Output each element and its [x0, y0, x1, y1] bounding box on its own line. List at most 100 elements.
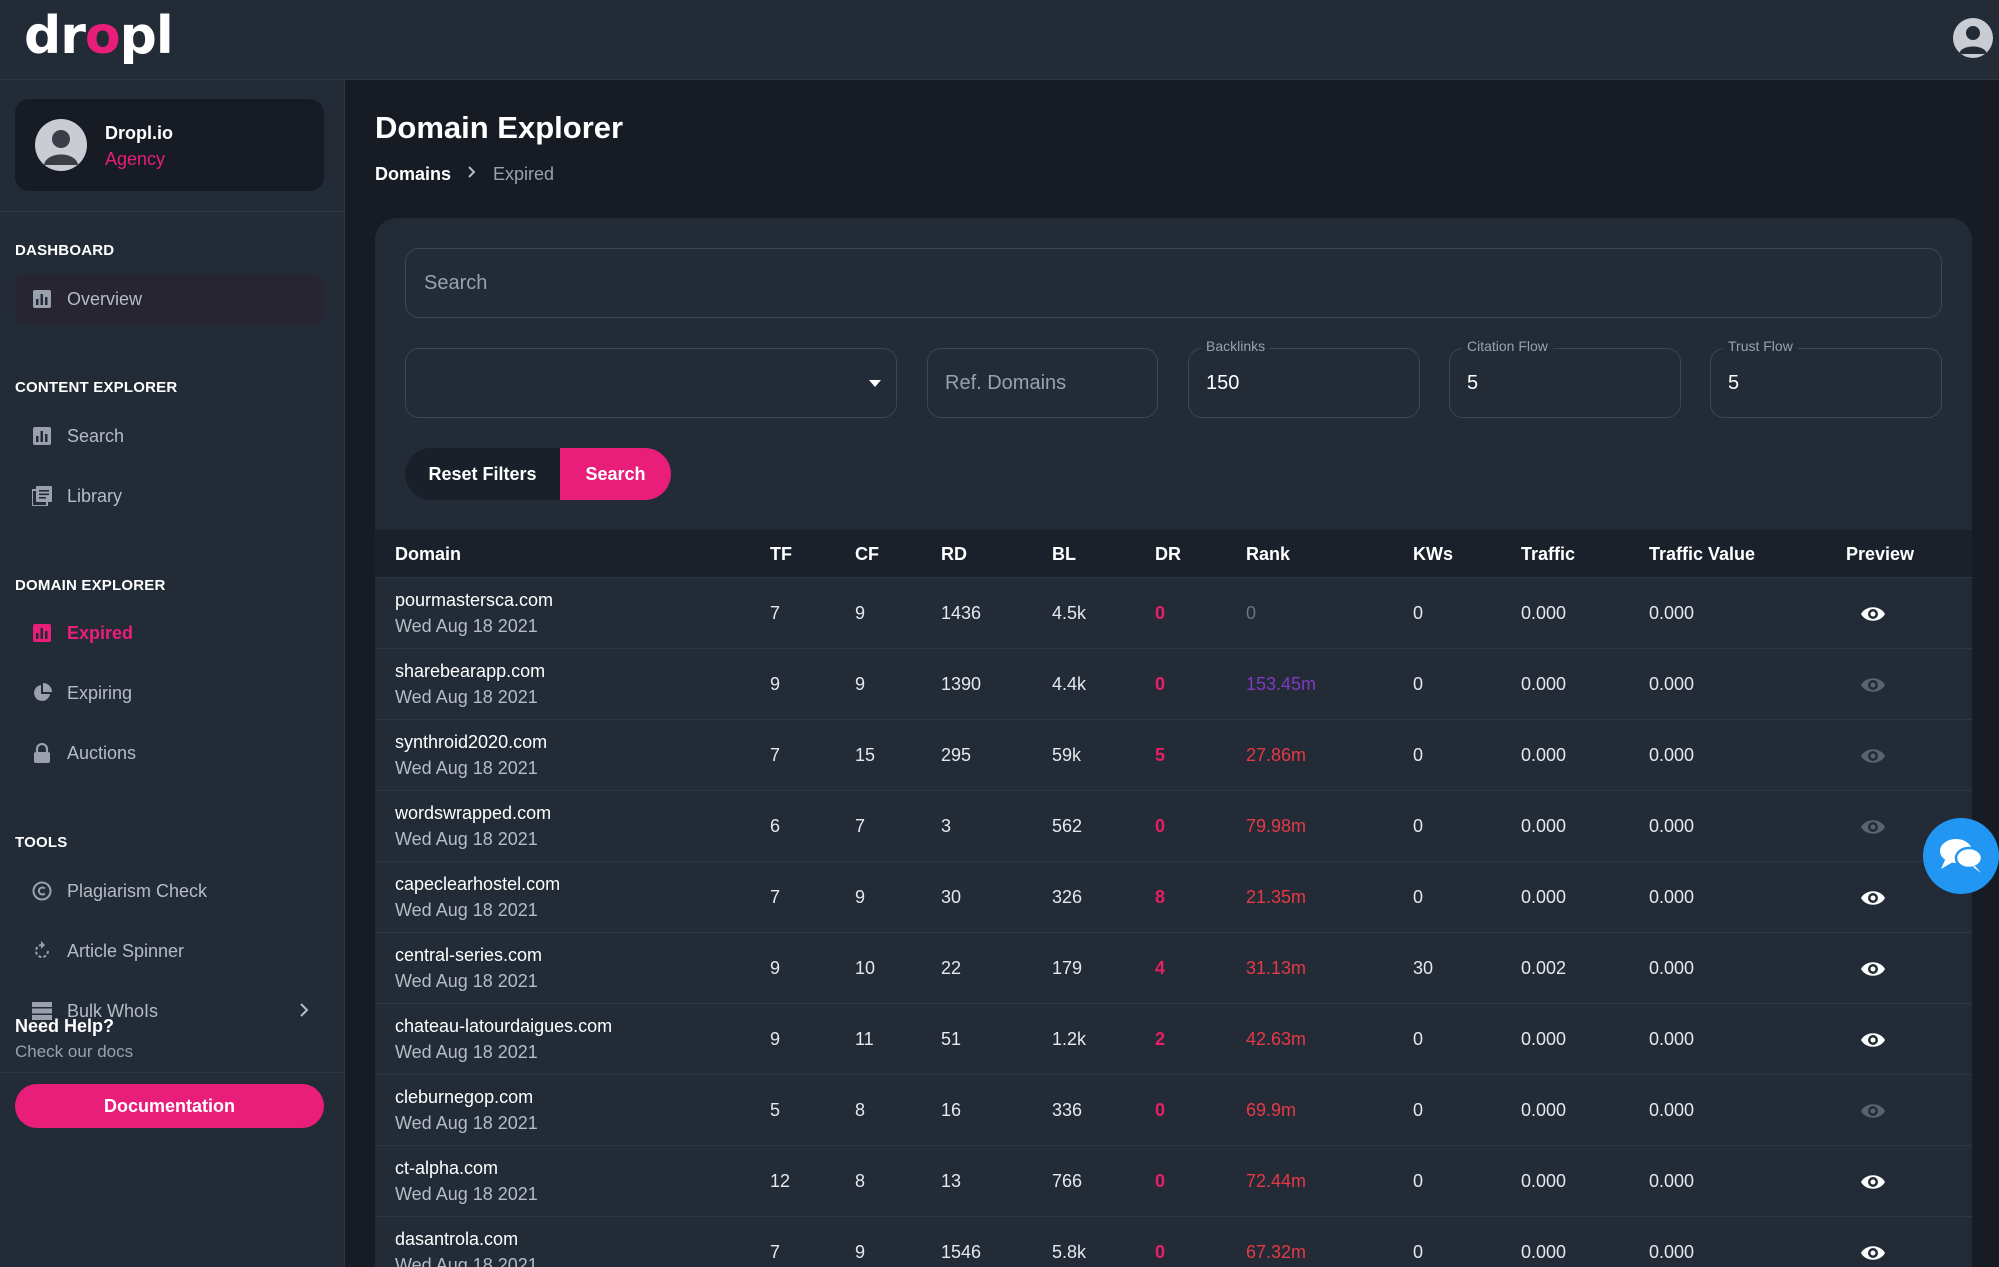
- reset-filters-button[interactable]: Reset Filters: [405, 448, 560, 500]
- kws-cell: 30: [1413, 958, 1434, 978]
- domain-name[interactable]: chateau-latourdaigues.com: [395, 1016, 612, 1037]
- dr-cell: 4: [1155, 958, 1166, 978]
- rank-cell: 21.35m: [1246, 887, 1307, 907]
- sidebar-item-article-spinner[interactable]: Article Spinner: [15, 926, 324, 976]
- table-row[interactable]: chateau-latourdaigues.com Wed Aug 18 2021…: [375, 1004, 1972, 1075]
- domain-date: Wed Aug 18 2021: [395, 758, 538, 778]
- table-row[interactable]: wordswrapped.com Wed Aug 18 2021 6 7 3 562 0 79…: [375, 791, 1972, 862]
- column-header-rank[interactable]: Rank: [1246, 544, 1290, 565]
- eye-icon[interactable]: [1860, 814, 1886, 840]
- tf-cell: 7: [770, 603, 781, 623]
- breadcrumb-domains[interactable]: Domains: [375, 164, 451, 185]
- domain-name[interactable]: cleburnegop.com: [395, 1087, 533, 1108]
- eye-icon[interactable]: [1860, 1240, 1886, 1266]
- traffic-value-cell: 0.000: [1649, 1100, 1695, 1120]
- table-row[interactable]: synthroid2020.com Wed Aug 18 2021 7 15 295 59…: [375, 720, 1972, 791]
- tf-cell: 9: [770, 1029, 781, 1049]
- chart-icon: [31, 288, 53, 310]
- eye-icon[interactable]: [1860, 956, 1886, 982]
- column-header-domain[interactable]: Domain: [395, 544, 461, 565]
- domain-name[interactable]: sharebearapp.com: [395, 661, 545, 682]
- sidebar-item-overview[interactable]: Overview: [15, 274, 324, 324]
- domain-name[interactable]: ct-alpha.com: [395, 1158, 498, 1179]
- domain-name[interactable]: synthroid2020.com: [395, 732, 547, 753]
- traffic-cell: 0.000: [1521, 1100, 1567, 1120]
- eye-icon[interactable]: [1860, 1027, 1886, 1053]
- eye-icon[interactable]: [1860, 1169, 1886, 1195]
- domain-name[interactable]: wordswrapped.com: [395, 803, 551, 824]
- chart-icon: [31, 622, 53, 644]
- sidebar-item-label: Overview: [67, 288, 143, 309]
- column-header-tf[interactable]: TF: [770, 544, 792, 565]
- backlinks-input[interactable]: Backlinks 150: [1188, 338, 1420, 418]
- column-header-dr[interactable]: DR: [1155, 544, 1181, 565]
- column-header-bl[interactable]: BL: [1052, 544, 1076, 565]
- traffic-value-cell: 0.000: [1649, 1171, 1695, 1191]
- documentation-button[interactable]: Documentation: [15, 1084, 324, 1128]
- cf-cell: 11: [855, 1029, 874, 1049]
- category-select[interactable]: [405, 348, 897, 418]
- column-header-kws[interactable]: KWs: [1413, 544, 1453, 565]
- table-row[interactable]: sharebearapp.com Wed Aug 18 2021 9 9 1390 4.4…: [375, 649, 1972, 720]
- rank-cell: 69.9m: [1246, 1100, 1297, 1120]
- domain-name[interactable]: capeclearhostel.com: [395, 874, 560, 895]
- backlinks-label: Backlinks: [1201, 338, 1271, 354]
- table-row[interactable]: dasantrola.com Wed Aug 18 2021 7 9 1546 5.8k 0…: [375, 1217, 1972, 1267]
- kws-cell: 0: [1413, 816, 1424, 836]
- column-header-traffic-value[interactable]: Traffic Value: [1649, 544, 1755, 565]
- sidebar-item-library[interactable]: Library: [15, 471, 324, 521]
- sidebar-item-label: Auctions: [67, 742, 137, 763]
- section-title-content-explorer: CONTENT EXPLORER: [15, 379, 178, 396]
- domain-name[interactable]: pourmastersca.com: [395, 590, 553, 611]
- table-row[interactable]: central-series.com Wed Aug 18 2021 9 10 22 17…: [375, 933, 1972, 1004]
- search-button[interactable]: Search: [560, 448, 671, 500]
- domain-date: Wed Aug 18 2021: [395, 829, 538, 849]
- eye-icon[interactable]: [1860, 601, 1886, 627]
- column-header-traffic[interactable]: Traffic: [1521, 544, 1575, 565]
- search-input[interactable]: Search: [405, 248, 1942, 318]
- rank-cell: 27.86m: [1246, 745, 1307, 765]
- tf-cell: 12: [770, 1171, 791, 1191]
- traffic-value-cell: 0.000: [1649, 887, 1695, 907]
- sidebar-item-expired[interactable]: Expired: [15, 608, 324, 658]
- table-row[interactable]: cleburnegop.com Wed Aug 18 2021 5 8 16 336 0 69…: [375, 1075, 1972, 1146]
- backlinks-value: 150: [1206, 371, 1240, 394]
- ref-domains-input[interactable]: Ref. Domains: [927, 348, 1158, 418]
- kws-cell: 0: [1413, 1100, 1424, 1120]
- citation-flow-input[interactable]: Citation Flow 5: [1449, 338, 1681, 418]
- sidebar-item-expiring[interactable]: Expiring: [15, 668, 324, 718]
- caret-down-icon: [869, 380, 881, 387]
- column-header-cf[interactable]: CF: [855, 544, 879, 565]
- user-account-icon[interactable]: [1953, 18, 1993, 58]
- rank-cell: 153.45m: [1246, 674, 1317, 694]
- cf-cell: 7: [855, 816, 866, 836]
- eye-icon[interactable]: [1860, 672, 1886, 698]
- eye-icon[interactable]: [1860, 1098, 1886, 1124]
- traffic-cell: 0.000: [1521, 816, 1567, 836]
- domain-name[interactable]: central-series.com: [395, 945, 542, 966]
- cf-cell: 8: [855, 1171, 866, 1191]
- sidebar-item-search[interactable]: Search: [15, 411, 324, 461]
- table-row[interactable]: ct-alpha.com Wed Aug 18 2021 12 8 13 766 0 72.4…: [375, 1146, 1972, 1217]
- kws-cell: 0: [1413, 887, 1424, 907]
- rank-cell: 67.32m: [1246, 1242, 1307, 1262]
- traffic-cell: 0.000: [1521, 674, 1567, 694]
- traffic-cell: 0.000: [1521, 1171, 1567, 1191]
- eye-icon[interactable]: [1860, 885, 1886, 911]
- domain-date: Wed Aug 18 2021: [395, 616, 538, 636]
- chat-button[interactable]: [1923, 818, 1999, 894]
- bl-cell: 326: [1052, 887, 1083, 907]
- sidebar-item-plagiarism-check[interactable]: Plagiarism Check: [15, 866, 324, 916]
- trust-flow-input[interactable]: Trust Flow 5: [1710, 338, 1942, 418]
- dropl-logo[interactable]: dropl: [24, 6, 174, 66]
- eye-icon[interactable]: [1860, 743, 1886, 769]
- table-row[interactable]: capeclearhostel.com Wed Aug 18 2021 7 9 30 32…: [375, 862, 1972, 933]
- sidebar-item-auctions[interactable]: Auctions: [15, 728, 324, 778]
- profile-card[interactable]: Dropl.io Agency: [15, 99, 324, 191]
- rd-cell: 1546: [941, 1242, 982, 1262]
- citation-flow-value: 5: [1467, 371, 1479, 394]
- chat-icon: [1940, 839, 1984, 873]
- column-header-rd[interactable]: RD: [941, 544, 967, 565]
- domain-name[interactable]: dasantrola.com: [395, 1229, 518, 1250]
- table-row[interactable]: pourmastersca.com Wed Aug 18 2021 7 9 1436 4.…: [375, 578, 1972, 649]
